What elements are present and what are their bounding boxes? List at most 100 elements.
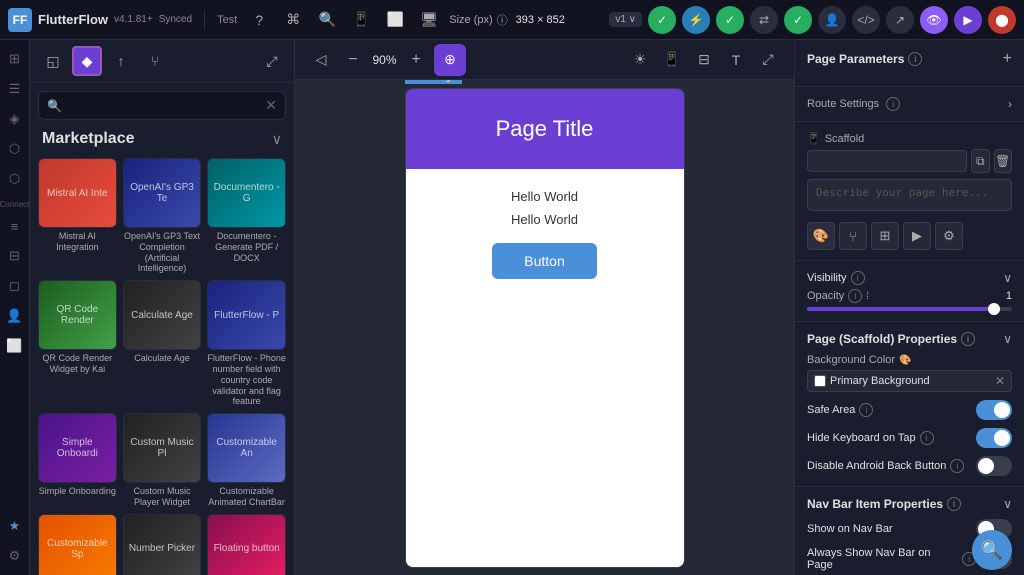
hide-keyboard-toggle[interactable] (976, 428, 1012, 448)
marketplace-item-5[interactable]: FlutterFlow - P FlutterFlow - Phone numb… (207, 280, 286, 407)
rail-connect-icon[interactable]: ⬡ (2, 166, 28, 192)
opacity-info-icon[interactable]: i (848, 289, 862, 303)
rail-pages-icon[interactable]: ☰ (2, 76, 28, 102)
canvas-center-tool[interactable]: ⊕ (434, 44, 466, 76)
grid-thumb-8: Customizable An (207, 413, 286, 483)
safe-area-info-icon[interactable]: i (859, 403, 873, 417)
grid-thumb-5: FlutterFlow - P (207, 280, 286, 350)
color-chip-row[interactable]: Primary Background ✕ (807, 370, 1012, 392)
scaffold-delete-button[interactable]: 🗑 (994, 149, 1013, 173)
phone-button[interactable]: Button (492, 243, 596, 279)
check-icon-2[interactable]: ✓ (716, 6, 744, 34)
rail-stateflow-icon[interactable]: ◈ (2, 106, 28, 132)
lightning-icon[interactable]: ⚡ (682, 6, 710, 34)
scaffold-copy-button[interactable]: ⧉ (971, 149, 990, 173)
marketplace-item-0[interactable]: Mistral AI Inte Mistral AI Integration (38, 158, 117, 274)
marketplace-item-6[interactable]: Simple Onboardi Simple Onboarding (38, 413, 117, 508)
connect-label: Connect (0, 200, 29, 209)
sun-icon[interactable]: ☀ (626, 46, 654, 74)
prop-tool-tree[interactable]: ⑂ (839, 222, 867, 250)
user-icon[interactable]: 👤 (818, 6, 846, 34)
marketplace-item-3[interactable]: QR Code Render QR Code Render Widget by … (38, 280, 117, 407)
safe-area-toggle[interactable] (976, 400, 1012, 420)
marketplace-item-10[interactable]: Number Picker Number Picker (123, 514, 202, 575)
scaffold-name-input[interactable]: HomePage (807, 150, 967, 172)
expand-canvas-icon[interactable]: ⤢ (754, 46, 782, 74)
visibility-info-icon[interactable]: i (851, 271, 865, 285)
color-remove-button[interactable]: ✕ (995, 374, 1005, 388)
hide-keyboard-info-icon[interactable]: i (920, 431, 934, 445)
scaffold-props-info-icon[interactable]: i (961, 332, 975, 346)
marketplace-item-7[interactable]: Custom Music Pl Custom Music Player Widg… (123, 413, 202, 508)
rail-api-icon[interactable]: ≡ (2, 213, 28, 239)
opacity-slider-thumb[interactable] (988, 303, 1000, 315)
version-badge[interactable]: v1 ∨ (609, 12, 642, 27)
rail-active-icon[interactable]: ★ (2, 513, 28, 539)
canvas-back-icon[interactable]: ◁ (307, 46, 335, 74)
check-icon-3[interactable]: ✓ (784, 6, 812, 34)
tab-upload[interactable]: ↑ (106, 46, 136, 76)
rail-logic-icon[interactable]: ◻ (2, 273, 28, 299)
color-swatch (814, 375, 826, 387)
opacity-slider-track[interactable] (807, 307, 1012, 311)
prop-tool-paint[interactable]: 🎨 (807, 222, 835, 250)
help-icon[interactable]: ? (245, 6, 273, 34)
scaffold-props-expand-icon[interactable]: ∨ (1003, 332, 1012, 346)
search-fab-button[interactable]: 🔍 (972, 530, 1012, 570)
marketplace-item-1[interactable]: OpenAI's GP3 Te OpenAI's GP3 Text Comple… (123, 158, 202, 274)
page-params-info-icon[interactable]: i (908, 52, 922, 66)
tablet-icon[interactable]: ⬜ (381, 6, 409, 34)
tab-expand[interactable]: ⤢ (258, 47, 286, 75)
marketplace-item-8[interactable]: Customizable An Customizable Animated Ch… (207, 413, 286, 508)
search-clear-icon[interactable]: ✕ (265, 97, 277, 114)
prop-tool-play[interactable]: ▶ (903, 222, 931, 250)
nav-bar-expand-icon[interactable]: ∨ (1003, 497, 1012, 511)
chevron-down-icon[interactable]: ∨ (272, 131, 282, 148)
rail-media-icon[interactable]: ⬜ (2, 333, 28, 359)
mobile-icon[interactable]: 📱 (347, 6, 375, 34)
sync-icon[interactable]: ⇄ (750, 6, 778, 34)
grid-thumb-4: Calculate Age (123, 280, 202, 350)
zoom-out-button[interactable]: − (343, 50, 363, 70)
marketplace-item-9[interactable]: Customizable Sp Customizable Spin Wheel (38, 514, 117, 575)
search-top-icon[interactable]: 🔍 (313, 6, 341, 34)
topbar-right-actions: v1 ∨ ✓ ⚡ ✓ ⇄ ✓ 👤 </> ↗ 👁 ▶ ⬤ (609, 6, 1016, 34)
rail-build-icon[interactable]: ⊞ (2, 46, 28, 72)
marketplace-item-4[interactable]: Calculate Age Calculate Age (123, 280, 202, 407)
grid-thumb-7: Custom Music Pl (123, 413, 202, 483)
tab-marketplace[interactable]: ◆ (72, 46, 102, 76)
nav-bar-info-icon[interactable]: i (947, 497, 961, 511)
rail-settings-icon[interactable]: ⚙ (2, 543, 28, 569)
rail-data-icon[interactable]: ⬡ (2, 136, 28, 162)
record-icon[interactable]: ⬤ (988, 6, 1016, 34)
tab-branch[interactable]: ⑂ (140, 46, 170, 76)
check-icon-1[interactable]: ✓ (648, 6, 676, 34)
phone-view-icon[interactable]: 📱 (658, 46, 686, 74)
disable-back-toggle[interactable] (976, 456, 1012, 476)
code-icon[interactable]: </> (852, 6, 880, 34)
search-input[interactable]: a (68, 99, 259, 113)
disable-back-label: Disable Android Back Button i (807, 459, 964, 473)
rail-assets-icon[interactable]: 👤 (2, 303, 28, 329)
rail-theme-icon[interactable]: ⊟ (2, 243, 28, 269)
prop-tool-settings[interactable]: ⚙ (935, 222, 963, 250)
keyboard-icon[interactable]: ⌘ (279, 6, 307, 34)
grid-icon[interactable]: ⊟ (690, 46, 718, 74)
add-parameter-button[interactable]: + (1003, 50, 1012, 68)
marketplace-item-11[interactable]: Floating button Floating button with Ani… (207, 514, 286, 575)
disable-back-info-icon[interactable]: i (950, 459, 964, 473)
text-icon[interactable]: T (722, 46, 750, 74)
play-icon[interactable]: ▶ (954, 6, 982, 34)
prop-tool-table[interactable]: ⊞ (871, 222, 899, 250)
marketplace-item-2[interactable]: Documentero - G Documentero - Generate P… (207, 158, 286, 274)
describe-input[interactable] (807, 179, 1012, 211)
zoom-in-button[interactable]: + (406, 50, 426, 70)
route-info-icon[interactable]: i (886, 97, 900, 111)
grid-label-0: Mistral AI Integration (38, 231, 117, 253)
tab-widgets[interactable]: ◱ (38, 46, 68, 76)
desktop-icon[interactable]: 🖥 (415, 6, 443, 34)
visibility-expand-icon[interactable]: ∨ (1003, 271, 1012, 285)
route-expand-icon[interactable]: › (1008, 97, 1012, 111)
export-icon[interactable]: ↗ (886, 6, 914, 34)
avatar[interactable]: 👁 (920, 6, 948, 34)
